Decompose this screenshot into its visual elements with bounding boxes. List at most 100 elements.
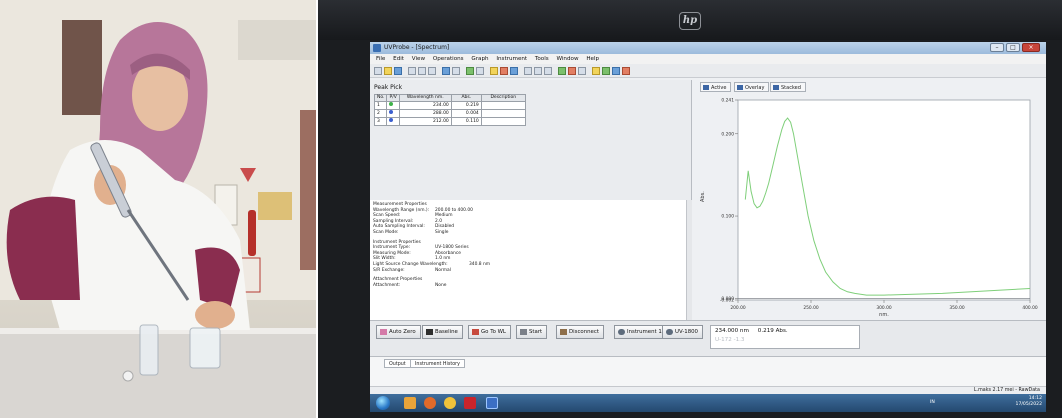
spectrum-chart[interactable]: 0.2410.2000.1000.000-0.002 200.00 250.00 3… [694,94,1046,320]
peak-table: No. P/V Wavelength nm. Abs. Description … [373,94,526,126]
pdf-reader-icon[interactable] [464,397,476,409]
firefox-icon[interactable] [424,397,436,409]
screen: UVProbe - [Spectrum] – □ × File Edit Vie… [370,42,1046,412]
row-no: 1 [373,101,388,110]
x-tick-label: 300.00 [876,305,892,311]
data-icon[interactable] [510,67,518,75]
lab-photo [0,0,316,418]
y-tick-label: -0.002 [720,298,734,304]
instrument-model-badge[interactable]: UV-1800 [662,325,703,339]
properties-panel: Measurement Properties Wavelength Range … [370,200,686,320]
y-axis-label: Abs. [700,191,706,202]
instrument-selector[interactable]: Instrument 1 [614,325,667,339]
zoom-in-icon[interactable] [524,67,532,75]
system-clock[interactable]: 14:12 17/05/2022 [1016,396,1042,408]
properties-scrollbar[interactable] [686,200,692,320]
annotate-icon[interactable] [622,67,630,75]
status-bar: L.maks 2.17 mei - RawData [370,386,1046,394]
baseline-button[interactable]: Baseline [422,325,463,339]
peak-pick-title: Peak Pick [374,84,403,91]
start-button[interactable]: Start [516,325,548,339]
row-wavelength: 288.00 [398,109,452,118]
minimize-button[interactable]: – [990,43,1004,52]
row-no: 3 [373,117,388,126]
table-row[interactable]: 1 234.00 0.219 [373,101,526,110]
peak-marker [386,101,400,110]
tab-instrument-history[interactable]: Instrument History [410,359,465,368]
cut-icon[interactable] [408,67,416,75]
new-file-icon[interactable] [374,67,382,75]
baseline-icon [426,329,433,335]
overlay-icon[interactable] [592,67,600,75]
table-row[interactable]: 3 212.00 0.110 [373,117,526,126]
disconnect-button[interactable]: Disconnect [556,325,604,339]
property-row: Attachment: None [373,282,447,288]
valley-dot-icon [389,110,394,114]
menu-tools[interactable]: Tools [535,56,549,62]
col-description: Description [480,94,526,102]
cursor-icon[interactable] [578,67,586,75]
menu-edit[interactable]: Edit [393,56,404,62]
maximize-button[interactable]: □ [1006,43,1020,52]
copy-icon[interactable] [418,67,426,75]
print-icon[interactable] [442,67,450,75]
windows-start-icon[interactable] [376,396,390,410]
auto-zero-button[interactable]: Auto Zero [376,325,421,339]
tab-output[interactable]: Output [384,359,411,368]
peak-pick-icon[interactable] [558,67,566,75]
point-pick-icon[interactable] [568,67,576,75]
menu-operations[interactable]: Operations [433,56,464,62]
menu-help[interactable]: Help [586,56,599,62]
spectrum-icon[interactable] [500,67,508,75]
save-icon[interactable] [394,67,402,75]
row-desc [480,101,526,110]
method-icon[interactable] [466,67,474,75]
close-button[interactable]: × [1022,43,1040,52]
scale-icon[interactable] [612,67,620,75]
start-icon [520,329,527,335]
language-indicator[interactable]: IN [930,400,935,405]
menu-instrument[interactable]: Instrument [496,56,527,62]
y-tick-label: 0.200 [721,131,734,137]
table-row[interactable]: 2 288.00 0.004 [373,109,526,118]
open-folder-icon[interactable] [384,67,392,75]
print-preview-icon[interactable] [452,67,460,75]
readout-ghost-text: U-172 -1.3 [715,337,745,343]
paste-icon[interactable] [428,67,436,75]
lab-photo-illustration [0,0,316,418]
x-tick-label: 400.00 [1022,305,1038,311]
hp-logo: hp [679,12,701,30]
monitor: hp UVProbe - [Spectrum] – □ × File Edit … [318,0,1062,418]
row-abs: 0.004 [450,109,482,118]
row-abs: 0.110 [450,117,482,126]
tab-overlay[interactable]: Overlay [734,82,770,92]
uvprobe-taskbar-icon[interactable] [486,397,498,409]
go-to-wl-button[interactable]: Go To WL [468,325,511,339]
row-abs: 0.219 [450,101,482,110]
peak-dot-icon [389,102,394,106]
chart-icon[interactable] [490,67,498,75]
chrome-icon[interactable] [444,397,456,409]
toolbar [370,64,1046,78]
stack-icon[interactable] [602,67,610,75]
zoom-out-icon[interactable] [534,67,542,75]
row-wavelength: 212.00 [398,117,452,126]
tab-stacked[interactable]: Stacked [770,82,806,92]
tab-active[interactable]: Active [700,82,732,92]
properties-icon[interactable] [476,67,484,75]
status-text: L.maks 2.17 mei - RawData [973,388,1040,393]
menu-bar: File Edit View Operations Graph Instrume… [370,54,1046,64]
menu-view[interactable]: View [412,56,425,62]
x-tick-label: 350.00 [949,305,965,311]
col-abs: Abs. [450,94,482,102]
zoom-fit-icon[interactable] [544,67,552,75]
x-tick-label: 200.00 [730,305,746,311]
menu-window[interactable]: Window [556,56,578,62]
row-desc [480,117,526,126]
menu-graph[interactable]: Graph [471,56,488,62]
monitor-bezel-top: hp [318,0,1062,40]
menu-file[interactable]: File [376,56,385,62]
col-no: No. [373,94,388,102]
file-explorer-icon[interactable] [404,397,416,409]
x-tick-label: 250.00 [803,305,819,311]
